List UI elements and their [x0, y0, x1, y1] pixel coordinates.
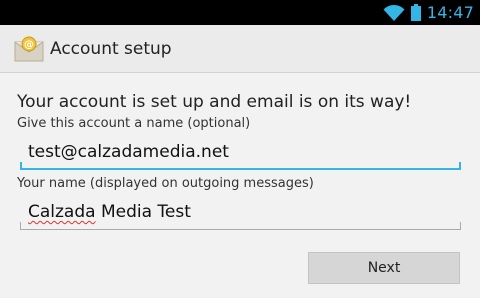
user-name-value: Calzada Media Test	[28, 202, 191, 222]
status-icons: 14:47	[383, 0, 474, 25]
next-button[interactable]: Next	[308, 252, 460, 284]
svg-text:@: @	[24, 40, 34, 51]
user-name-field[interactable]: Calzada Media Test	[20, 196, 461, 230]
account-name-label: Give this account a name (optional)	[17, 116, 251, 131]
account-name-field[interactable]: test@calzadamedia.net	[20, 136, 461, 170]
user-name-underline	[20, 222, 461, 230]
action-bar: @ Account setup	[0, 25, 480, 73]
account-name-value: test@calzadamedia.net	[28, 142, 229, 162]
account-name-underline	[20, 162, 461, 170]
user-name-label: Your name (displayed on outgoing message…	[17, 176, 314, 191]
user-name-value-rest: Media Test	[95, 202, 191, 222]
action-bar-title: Account setup	[50, 39, 172, 59]
status-bar: 14:47	[0, 0, 480, 25]
spellcheck-word: Calzada	[28, 202, 96, 222]
wifi-icon	[383, 4, 405, 21]
email-app-icon[interactable]: @	[14, 36, 44, 62]
setup-complete-headline: Your account is set up and email is on i…	[17, 92, 412, 112]
status-clock: 14:47	[426, 3, 474, 22]
battery-icon	[410, 4, 421, 21]
